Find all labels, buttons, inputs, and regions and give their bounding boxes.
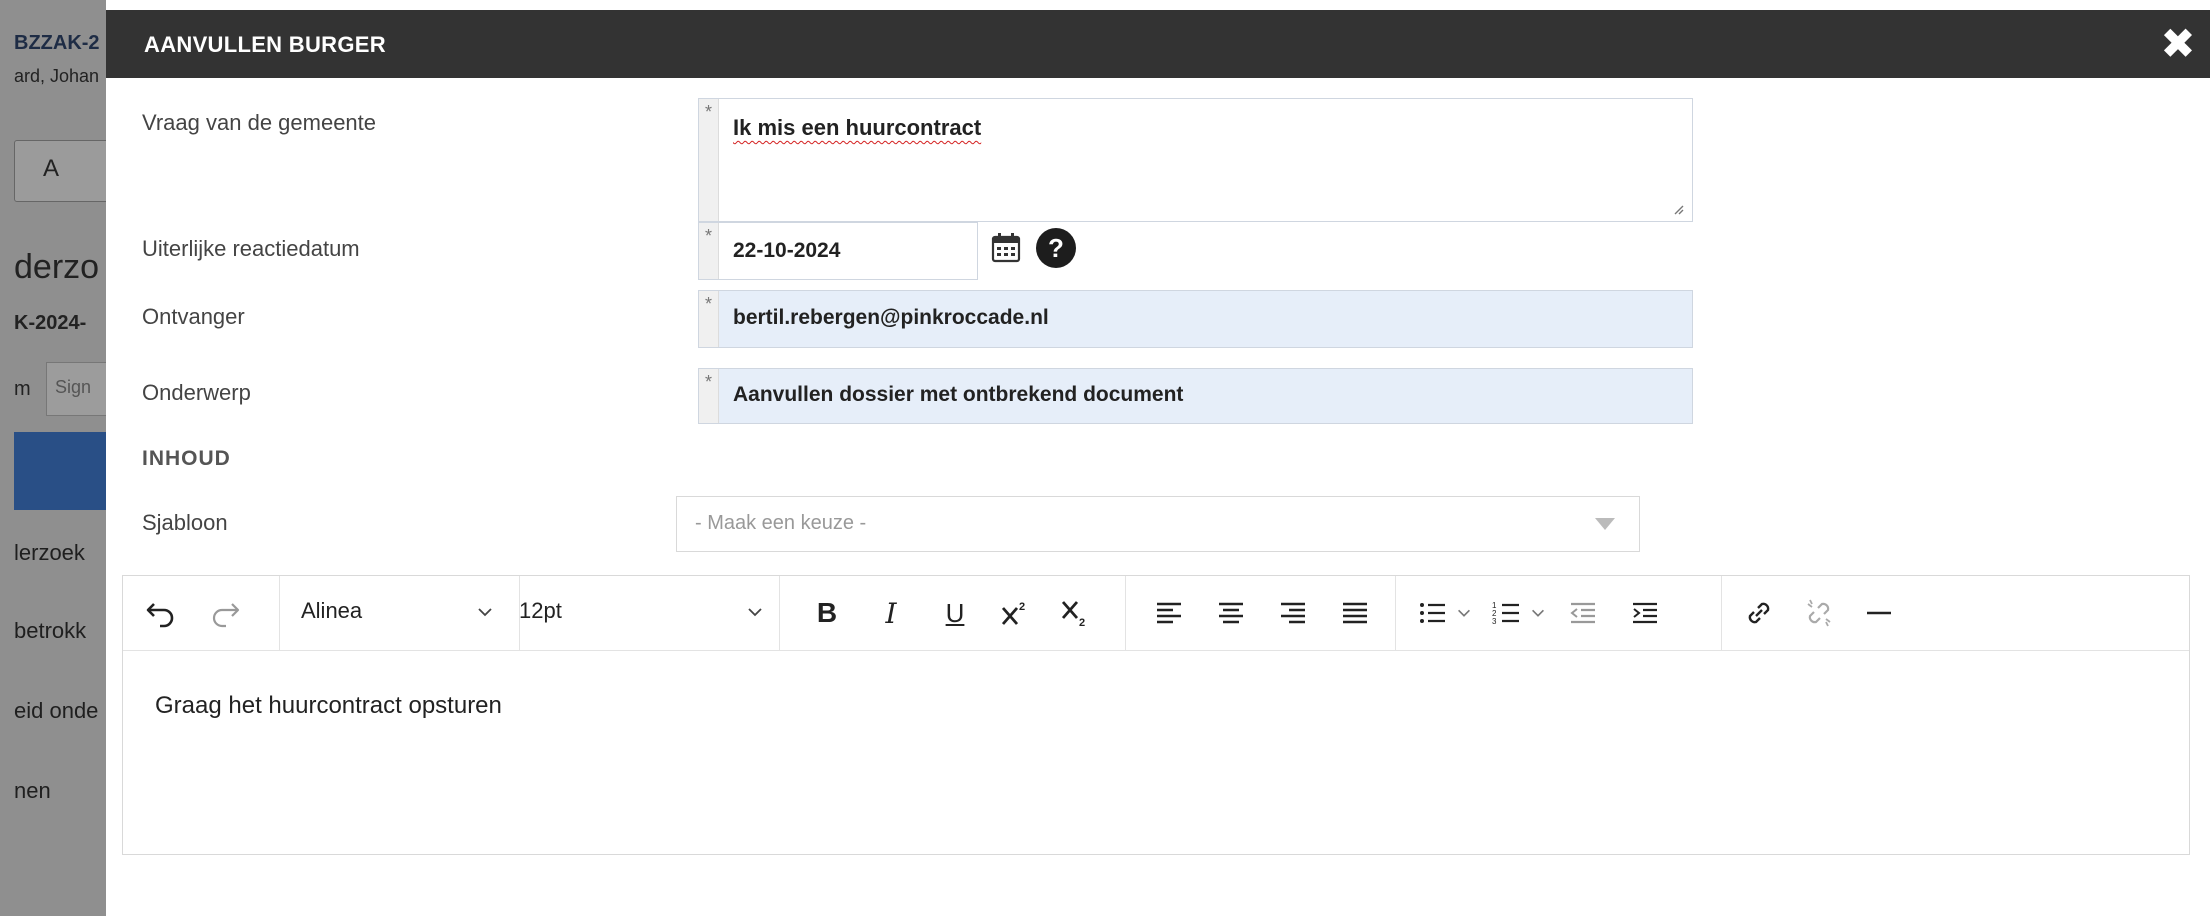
alignment-group bbox=[1125, 576, 1396, 650]
editor-toolbar: Alinea 12pt B I U 2 2 1 2 3 bbox=[123, 576, 2189, 651]
subject-label: Onderwerp bbox=[142, 380, 251, 405]
required-marker: * bbox=[699, 223, 719, 279]
history-group bbox=[123, 576, 280, 650]
resize-handle-icon[interactable] bbox=[1672, 203, 1684, 215]
dropdown-arrow-icon bbox=[1595, 518, 1615, 530]
underline-button[interactable]: U bbox=[935, 593, 975, 633]
chevron-down-icon[interactable] bbox=[1455, 604, 1473, 622]
svg-text:3: 3 bbox=[1492, 617, 1497, 626]
template-placeholder: - Maak een keuze - bbox=[695, 512, 867, 534]
format-group: B I U 2 2 bbox=[779, 576, 1126, 650]
editor-text: Graag het huurcontract opsturen bbox=[155, 692, 502, 719]
required-marker: * bbox=[699, 99, 719, 221]
bg-heading: derzo bbox=[14, 248, 100, 286]
bg-case-ref: K-2024- bbox=[14, 312, 87, 334]
outdent-icon[interactable] bbox=[1563, 593, 1603, 633]
bg-menu-3: eid onde bbox=[14, 698, 99, 723]
dialog-title: AANVULLEN BURGER bbox=[144, 32, 386, 57]
rich-text-editor: Alinea 12pt B I U 2 2 1 2 3 Graag het hu… bbox=[122, 575, 2190, 855]
chevron-down-icon bbox=[478, 608, 492, 617]
close-icon[interactable]: ✖ bbox=[2158, 23, 2198, 65]
deadline-value: 22-10-2024 bbox=[733, 239, 841, 262]
template-label: Sjabloon bbox=[142, 510, 228, 535]
bg-menu-2: betrokk bbox=[14, 618, 87, 643]
bg-action-button: A bbox=[14, 140, 106, 202]
bg-sign-field: Sign bbox=[46, 362, 106, 416]
subject-value: Aanvullen dossier met ontbrekend documen… bbox=[733, 383, 1184, 406]
bg-tab-m: m bbox=[14, 378, 31, 400]
link-group bbox=[1721, 576, 1941, 650]
align-center-icon[interactable] bbox=[1211, 593, 1251, 633]
chevron-down-icon bbox=[748, 608, 762, 617]
content-section-title: INHOUD bbox=[142, 447, 231, 470]
redo-icon[interactable] bbox=[205, 593, 245, 633]
aanvullen-burger-dialog: AANVULLEN BURGER ✖ Vraag van de gemeente… bbox=[106, 0, 2210, 916]
dialog-header: AANVULLEN BURGER ✖ bbox=[106, 10, 2210, 78]
list-group: 123 bbox=[1395, 576, 1722, 650]
link-icon[interactable] bbox=[1739, 593, 1779, 633]
calendar-icon[interactable] bbox=[986, 228, 1026, 268]
background-page: BZZAK-2 ard, Johan A derzo K-2024- m Sig… bbox=[0, 0, 106, 916]
question-value: Ik mis een huurcontract bbox=[733, 115, 982, 140]
required-marker: * bbox=[699, 369, 719, 423]
subject-input[interactable]: * Aanvullen dossier met ontbrekend docum… bbox=[698, 368, 1693, 424]
bg-case-person: ard, Johan bbox=[14, 66, 100, 86]
align-right-icon[interactable] bbox=[1273, 593, 1313, 633]
bullet-list-icon[interactable] bbox=[1413, 593, 1453, 633]
recipient-value: bertil.rebergen@pinkroccade.nl bbox=[733, 306, 1049, 329]
recipient-label: Ontvanger bbox=[142, 304, 245, 329]
numbered-list-icon[interactable]: 123 bbox=[1487, 593, 1527, 633]
question-label: Vraag van de gemeente bbox=[142, 110, 377, 135]
paragraph-style-dropdown[interactable]: Alinea bbox=[279, 576, 520, 650]
subscript-icon[interactable]: 2 bbox=[1055, 593, 1095, 633]
help-icon[interactable]: ? bbox=[1036, 228, 1076, 268]
font-size-dropdown[interactable]: 12pt bbox=[519, 576, 780, 650]
bg-case-id: BZZAK-2 bbox=[14, 32, 100, 54]
svg-text:2: 2 bbox=[1019, 601, 1025, 613]
recipient-input[interactable]: * bertil.rebergen@pinkroccade.nl bbox=[698, 290, 1693, 348]
bg-blue-bar bbox=[14, 432, 106, 510]
indent-icon[interactable] bbox=[1625, 593, 1665, 633]
superscript-icon[interactable]: 2 bbox=[995, 593, 1035, 633]
horizontal-rule-icon[interactable] bbox=[1859, 593, 1899, 633]
chevron-down-icon[interactable] bbox=[1529, 604, 1547, 622]
undo-icon[interactable] bbox=[141, 593, 181, 633]
editor-content[interactable]: Graag het huurcontract opsturen bbox=[155, 692, 502, 720]
template-select[interactable]: - Maak een keuze - bbox=[676, 496, 1640, 552]
align-left-icon[interactable] bbox=[1149, 593, 1189, 633]
deadline-label: Uiterlijke reactiedatum bbox=[142, 236, 360, 261]
bg-menu-4: nen bbox=[14, 778, 51, 803]
font-size-value: 12pt bbox=[519, 598, 562, 623]
question-textarea[interactable]: * Ik mis een huurcontract bbox=[698, 98, 1693, 222]
deadline-date-input[interactable]: * 22-10-2024 bbox=[698, 222, 978, 280]
required-marker: * bbox=[699, 291, 719, 347]
svg-text:2: 2 bbox=[1079, 617, 1085, 629]
bold-button[interactable]: B bbox=[807, 593, 847, 633]
italic-button[interactable]: I bbox=[871, 593, 911, 633]
align-justify-icon[interactable] bbox=[1335, 593, 1375, 633]
bg-menu-1: lerzoek bbox=[14, 540, 85, 565]
paragraph-style-value: Alinea bbox=[301, 598, 363, 623]
unlink-icon[interactable] bbox=[1799, 593, 1839, 633]
